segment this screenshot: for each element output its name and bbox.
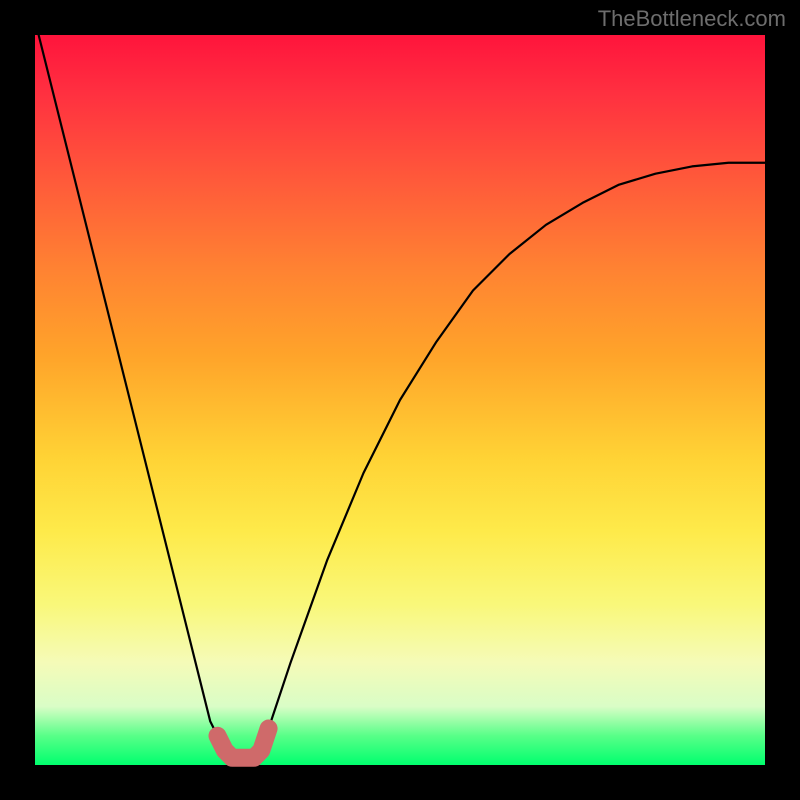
watermark-text: TheBottleneck.com [598, 6, 786, 32]
chart-svg [35, 35, 765, 765]
bottleneck-curve-line [35, 20, 765, 757]
chart-area [35, 35, 765, 765]
minimum-highlight [218, 729, 269, 758]
